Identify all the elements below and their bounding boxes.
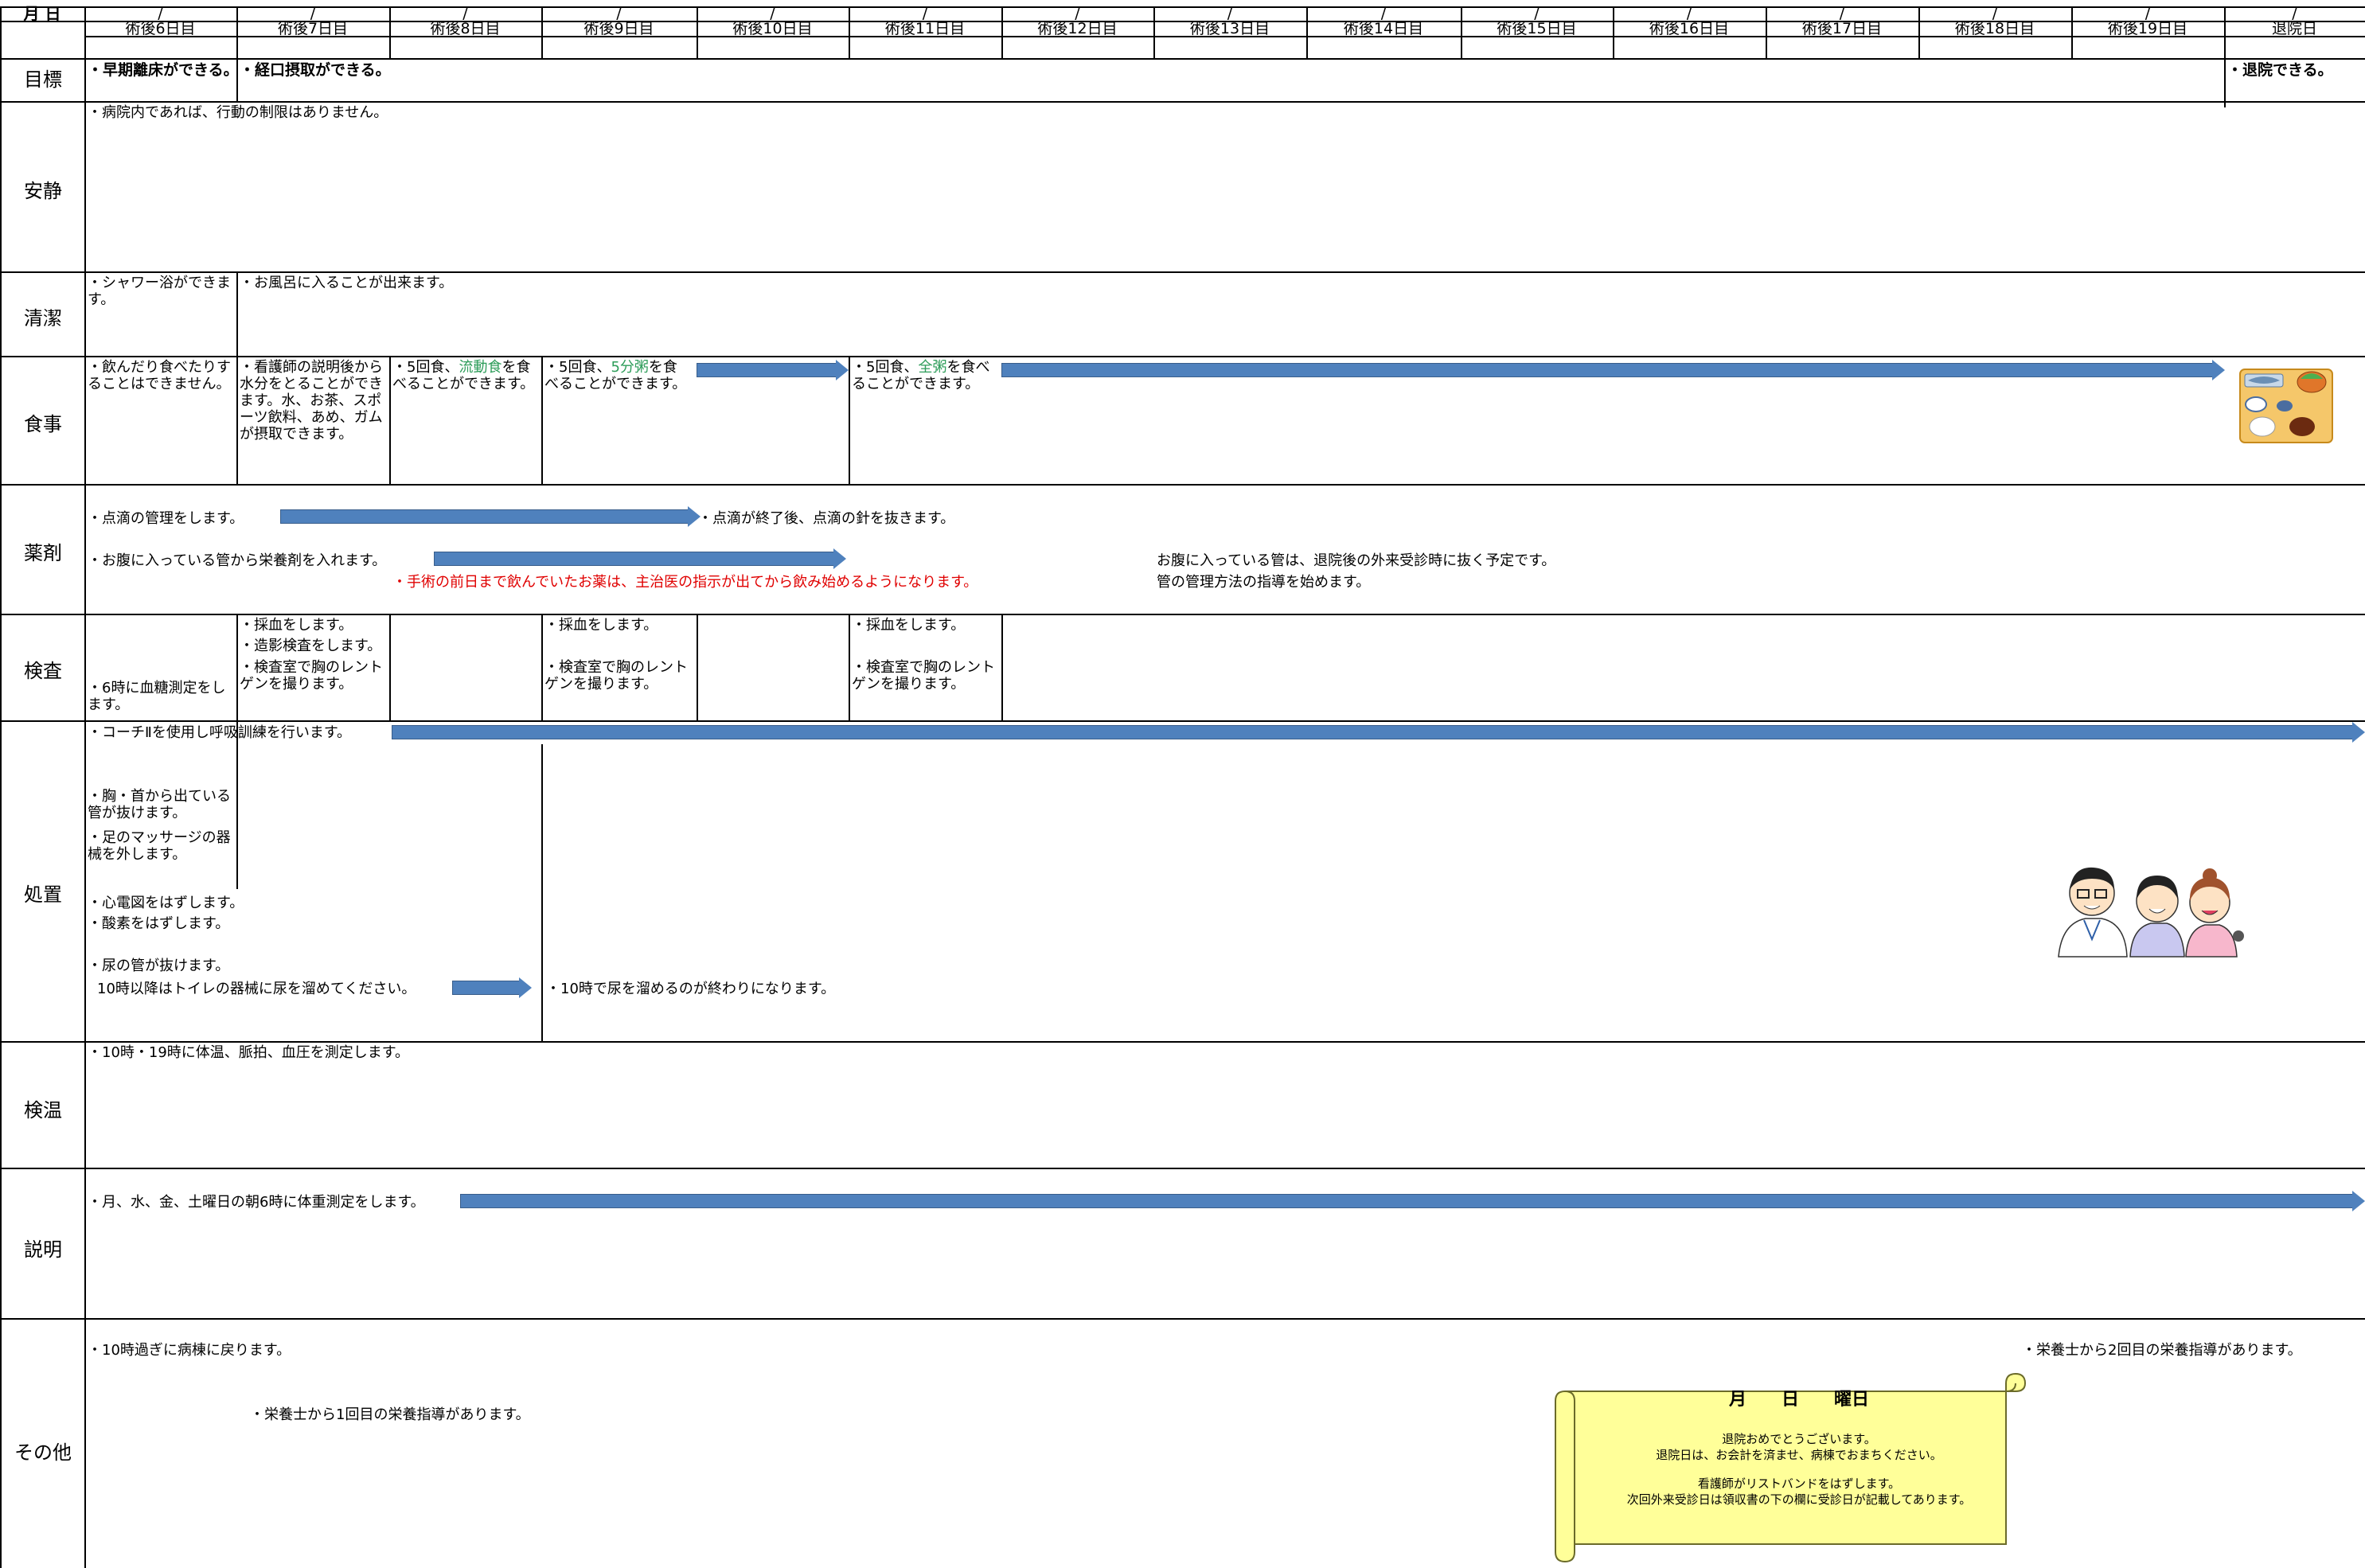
other-ward-return: ・10時過ぎに病棟に戻ります。: [88, 1342, 291, 1359]
date-header-label: 月 日: [23, 4, 61, 23]
meal-arrow-1: [697, 360, 849, 380]
row-label-rest: 安静: [24, 180, 62, 202]
treatment-urine-tube: ・尿の管が抜けます。: [88, 958, 230, 974]
day-header-10: 術後10日目: [732, 20, 813, 37]
medicine-tube-arrow: [434, 548, 846, 569]
medicine-tube-note-1: お腹に入っている管は、退院後の外来受診時に抜く予定です。: [1157, 552, 1556, 569]
exam-day9-1: ・採血をします。: [544, 617, 658, 634]
row-label-meal: 食事: [24, 413, 62, 435]
exam-day11-1: ・採血をします。: [852, 617, 966, 634]
scroll-line-4: 次回外来受診日は領収書の下の欄に受診日が記載してあります。: [1626, 1492, 1972, 1507]
medicine-warning: ・手術の前日まで飲んでいたお薬は、主治医の指示が出てから飲み始めるようになります…: [392, 574, 978, 591]
treatment-ecg: ・心電図をはずします。: [88, 895, 244, 911]
date-slash: /: [1686, 5, 1692, 22]
exam-day6: ・6時に血糖測定をします。: [88, 680, 226, 713]
explanation-arrow: [460, 1191, 2365, 1211]
medicine-drip-end: ・点滴が終了後、点滴の針を抜きます。: [698, 510, 955, 527]
goal-day7: ・経口摂取ができる。: [240, 61, 391, 79]
meal-day6: ・飲んだり食べたりすることはできません。: [88, 359, 231, 392]
treatment-chest-tube: ・胸・首から出ている管が抜けます。: [88, 788, 231, 821]
date-slash: /: [2292, 5, 2297, 22]
date-slash: /: [2145, 5, 2151, 22]
scroll-line-3: 看護師がリストバンドをはずします。: [1697, 1476, 1901, 1491]
date-slash: /: [1534, 5, 1540, 22]
meal-day9: ・5回食、5分粥を食べることができます。: [544, 359, 691, 392]
clean-day7: ・お風呂に入ることが出来ます。: [240, 275, 454, 291]
date-slash: /: [616, 5, 622, 22]
date-slash: /: [1839, 5, 1845, 22]
day-header-18: 術後18日目: [1954, 20, 2035, 37]
treatment-urine-instruction: 10時以降はトイレの器械に尿を溜めてください。: [97, 981, 416, 997]
meal-day9-food: 5分粥: [611, 359, 649, 376]
date-slash: /: [158, 5, 163, 22]
vitals-text: ・10時・19時に体温、脈拍、血圧を測定します。: [88, 1044, 410, 1061]
day-header-13: 術後13日目: [1189, 20, 1270, 37]
meal-arrow-2: [1001, 360, 2225, 380]
row-label-medicine: 薬剤: [24, 542, 62, 564]
meal-day9-pre: ・5回食、: [544, 359, 611, 376]
day-header-9: 術後9日目: [583, 20, 654, 37]
row-label-exam: 検査: [24, 660, 62, 682]
row-label-goal: 目標: [24, 68, 62, 91]
exam-day7-2: ・造影検査をします。: [240, 638, 382, 654]
date-slash: /: [922, 5, 928, 22]
goal-day6: ・早期離床ができる。: [88, 61, 239, 79]
meal-day11-food: 全粥: [918, 359, 947, 376]
row-label-vitals: 検温: [24, 1099, 62, 1121]
day-header-7: 術後7日目: [277, 20, 349, 37]
medicine-drip-arrow: [280, 506, 701, 527]
treatment-coach: ・コーチⅡを使用し呼吸訓練を行います。: [88, 724, 352, 741]
treatment-oxygen: ・酸素をはずします。: [88, 915, 230, 932]
meal-day8-pre: ・5回食、: [392, 359, 459, 376]
medical-staff-icon: [2058, 867, 2244, 958]
meal-day8: ・5回食、流動食を食べることができます。: [392, 359, 539, 392]
exam-day9-2: ・検査室で胸のレントゲンを撮ります。: [544, 659, 688, 692]
day-header-19: 術後19日目: [2107, 20, 2188, 37]
date-slash: /: [462, 5, 468, 22]
row-label-other: その他: [14, 1441, 72, 1464]
day-header-8: 術後8日目: [430, 20, 501, 37]
meal-day11: ・5回食、全粥を食べることができます。: [852, 359, 998, 392]
other-nutrition-1: ・栄養士から1回目の栄養指導があります。: [250, 1406, 530, 1423]
exam-day7-1: ・採血をします。: [240, 617, 353, 634]
date-slash: /: [1992, 5, 1998, 22]
scroll-date: 月 日 曜日: [1728, 1390, 1869, 1410]
meal-day7: ・看護師の説明後から水分をとることができます。水、お茶、スポーツ飲料、あめ、ガム…: [240, 359, 383, 443]
day-header-14: 術後14日目: [1343, 20, 1424, 37]
date-slash: /: [770, 5, 775, 22]
medicine-tube-note-2: 管の管理方法の指導を始めます。: [1157, 574, 1371, 591]
goal-discharge: ・退院できる。: [2227, 61, 2333, 79]
day-header-20: 退院日: [2271, 20, 2317, 37]
row-label-treatment: 処置: [24, 883, 62, 906]
date-slash: /: [310, 5, 316, 22]
treatment-urine-arrow: [452, 977, 532, 998]
scroll-line-1: 退院おめでとうございます。: [1722, 1432, 1876, 1446]
row-label-explanation: 説明: [24, 1238, 62, 1261]
meal-tray-icon: [2239, 369, 2333, 443]
explanation-text: ・月、水、金、土曜日の朝6時に体重測定をします。: [88, 1194, 425, 1211]
meal-day11-pre: ・5回食、: [852, 359, 919, 376]
date-slash: /: [1075, 5, 1080, 22]
clean-day6: ・シャワー浴ができます。: [88, 275, 231, 308]
day-header-16: 術後16日目: [1649, 20, 1730, 37]
medicine-drip: ・点滴の管理をします。: [88, 510, 244, 527]
date-slash: /: [1380, 5, 1387, 22]
day-header-6: 術後6日目: [125, 20, 196, 37]
day-header-15: 術後15日目: [1497, 20, 1577, 37]
day-header-17: 術後17日目: [1801, 20, 1883, 37]
exam-day11-2: ・検査室で胸のレントゲンを撮ります。: [852, 659, 995, 692]
date-slash: /: [1227, 5, 1233, 22]
rest-text: ・病院内であれば、行動の制限はありません。: [88, 104, 388, 121]
treatment-foot-massage: ・足のマッサージの器械を外します。: [88, 829, 231, 863]
scroll-line-2: 退院日は、お会計を済ませ、病棟でおまちください。: [1656, 1448, 1942, 1462]
day-header-12: 術後12日目: [1037, 20, 1118, 37]
other-nutrition-2: ・栄養士から2回目の栄養指導があります。: [2022, 1342, 2302, 1359]
meal-day8-food: 流動食: [459, 359, 502, 376]
row-label-clean: 清潔: [24, 307, 62, 330]
exam-day7-3: ・検査室で胸のレントゲンを撮ります。: [240, 659, 383, 692]
medicine-tube: ・お腹に入っている管から栄養剤を入れます。: [88, 552, 387, 569]
treatment-urine-end: ・10時で尿を溜めるのが終わりになります。: [546, 981, 836, 997]
treatment-coach-arrow: [392, 722, 2365, 743]
day-header-11: 術後11日目: [884, 20, 966, 37]
